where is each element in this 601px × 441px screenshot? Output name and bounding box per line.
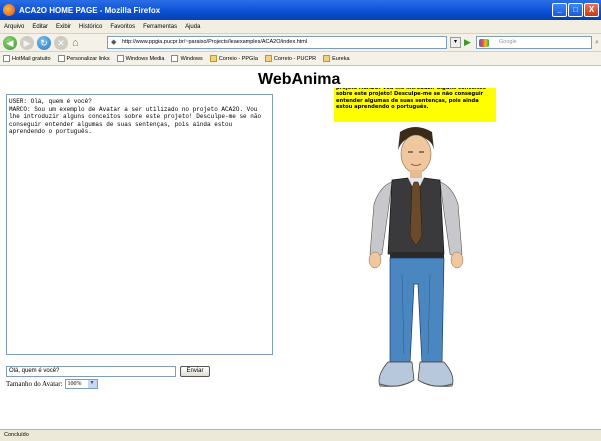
bookmark-hotmail[interactable]: HotMail gratuito [3, 55, 51, 62]
bookmark-personalizar[interactable]: Personalizar links [57, 55, 110, 62]
chat-line: MARCO: Sou um exemplo de Avatar a ser ut… [9, 105, 265, 136]
bookmark-correio-ppgia[interactable]: Correio - PPGIa [209, 55, 258, 62]
page-icon [57, 55, 65, 62]
url-bar[interactable]: ◆ http://www.ppgia.pucpr.br/~paraiso/Pro… [107, 36, 447, 49]
speech-bubble: projeto ACA2O. Vou lhe introduzir alguns… [334, 88, 496, 122]
chat-log[interactable]: USER: Olá, quem é você? MARCO: Sou um ex… [6, 94, 273, 355]
send-button[interactable]: Enviar [180, 366, 210, 377]
message-row: Olá, quem é você? Enviar [6, 366, 210, 377]
puc-icon [323, 55, 331, 62]
window-title: ACA2O HOME PAGE - Mozilla Firefox [19, 5, 161, 15]
bookmark-label: Eureka [332, 55, 350, 62]
menu-exibir[interactable]: Exibir [56, 24, 71, 30]
window-controls: _ □ X [552, 3, 599, 17]
menu-ferramentas[interactable]: Ferramentas [143, 24, 177, 30]
bookmark-label: Windows Media [125, 55, 165, 62]
maximize-button[interactable]: □ [568, 3, 583, 17]
menu-bar: Arquivo Editar Exibir Histórico Favorito… [0, 20, 601, 34]
avatar-character [368, 127, 464, 387]
bookmark-label: Windows [180, 55, 203, 62]
page-title: WebAnima [258, 71, 341, 88]
navigation-toolbar: ◀ ▶ ↻ ✕ ⌂ ◆ http://www.ppgia.pucpr.br/~p… [0, 34, 601, 52]
menu-favoritos[interactable]: Favoritos [110, 24, 135, 30]
chat-line: USER: Olá, quem é você? [9, 98, 92, 105]
status-bar: Concluído [0, 429, 601, 441]
bookmark-label: HotMail gratuito [12, 55, 51, 62]
page-content: WebAnima USER: Olá, quem é você? MARCO: … [0, 66, 601, 429]
menu-editar[interactable]: Editar [32, 24, 48, 30]
bookmark-label: Correio - PPGIa [218, 55, 258, 62]
avatar-size-value: 100% [67, 381, 82, 387]
reload-button[interactable]: ↻ [37, 35, 51, 50]
google-icon[interactable] [479, 39, 489, 47]
search-input[interactable]: Google [476, 36, 592, 49]
menu-historico[interactable]: Histórico [79, 24, 102, 30]
menu-ajuda[interactable]: Ajuda [185, 24, 200, 30]
home-button[interactable]: ⌂ [72, 37, 86, 49]
bookmarks-toolbar: HotMail gratuito Personalizar links Wind… [0, 52, 601, 66]
firefox-icon [3, 4, 15, 16]
search-placeholder: Google [499, 39, 517, 45]
avatar-size-row: Tamanho do Avatar: 100% ▼ [6, 379, 98, 389]
window-titlebar: ACA2O HOME PAGE - Mozilla Firefox _ □ X [0, 0, 601, 20]
back-button[interactable]: ◀ [3, 35, 17, 50]
message-input[interactable]: Olá, quem é você? [6, 366, 176, 377]
bookmark-label: Correio - PUCPR [273, 55, 317, 62]
minimize-button[interactable]: _ [552, 3, 567, 17]
bookmark-eureka[interactable]: Eureka [323, 55, 350, 62]
mail-icon [209, 55, 217, 62]
bookmark-windows[interactable]: Windows [171, 55, 203, 62]
go-button[interactable]: ▶ [464, 37, 471, 48]
chevron-down-icon[interactable]: ▼ [87, 380, 97, 388]
close-button[interactable]: X [584, 3, 599, 17]
stop-button[interactable]: ✕ [54, 35, 68, 50]
avatar-size-label: Tamanho do Avatar: [6, 380, 63, 388]
url-dropdown-button[interactable]: ▾ [450, 37, 461, 48]
page-icon [171, 55, 179, 62]
site-icon: ◆ [111, 39, 117, 46]
puc-icon [264, 55, 272, 62]
bookmark-correio-pucpr[interactable]: Correio - PUCPR [264, 55, 317, 62]
avatar-size-select[interactable]: 100% ▼ [64, 379, 98, 389]
url-text: http://www.ppgia.pucpr.br/~paraiso/Proje… [122, 39, 308, 45]
status-text: Concluído [4, 432, 29, 438]
bubble-text: projeto ACA2O. Vou lhe introduzir alguns… [336, 88, 486, 110]
menu-arquivo[interactable]: Arquivo [4, 24, 24, 30]
bookmark-label: Personalizar links [66, 55, 110, 62]
bookmark-windows-media[interactable]: Windows Media [116, 55, 165, 62]
page-icon [3, 55, 10, 62]
search-icon[interactable]: ⌕ [595, 38, 599, 47]
forward-button[interactable]: ▶ [20, 35, 34, 50]
page-icon [116, 55, 124, 62]
